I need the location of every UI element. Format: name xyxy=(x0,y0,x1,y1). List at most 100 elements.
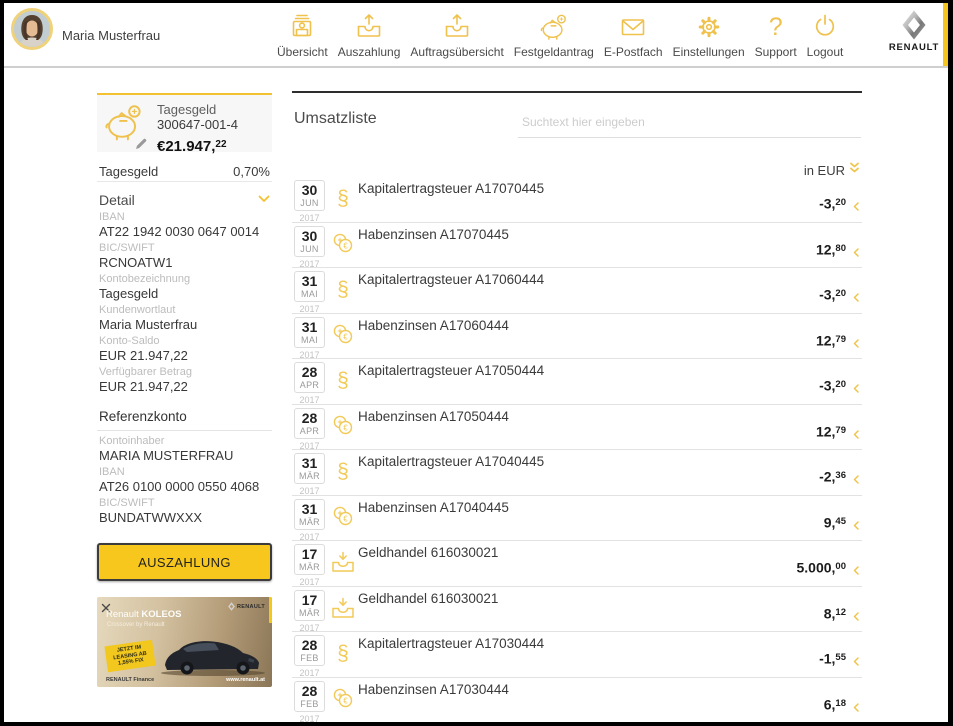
tax-icon: § xyxy=(330,186,356,212)
page-title: Umsatzliste xyxy=(294,110,377,128)
interest-icon: € xyxy=(330,232,356,259)
currency-label: in EUR xyxy=(804,163,845,178)
field-value: EUR 21.947,22 xyxy=(99,379,270,394)
transaction-row[interactable]: 28 FEB 2017 € Habenzinsen A17030444 6,18 xyxy=(292,678,862,723)
field-label: IBAN xyxy=(99,466,270,478)
tax-icon: § xyxy=(330,277,356,303)
transaction-month: MAI xyxy=(295,289,324,299)
paragraph-icon: § xyxy=(337,460,349,483)
transaction-date: 28 APR xyxy=(294,362,325,393)
rate-row: Tagesgeld 0,70% xyxy=(97,152,272,182)
transaction-year: 2017 xyxy=(294,668,325,678)
paragraph-icon: § xyxy=(337,642,349,665)
brand-logo[interactable]: RENAULT xyxy=(880,3,948,66)
interest-icon: € xyxy=(330,687,356,714)
ad-footer-right: www.renault.at xyxy=(226,677,265,683)
transaction-year: 2017 xyxy=(294,532,325,542)
transaction-year: 2017 xyxy=(294,486,325,496)
transaction-description: Geldhandel 616030021 xyxy=(358,545,498,560)
chevron-left-icon xyxy=(853,562,859,580)
transaction-description: Habenzinsen A17040445 xyxy=(358,500,509,515)
transaction-row[interactable]: 17 MÄR 2017 Geldhandel 616030021 8,12 xyxy=(292,587,862,633)
transaction-row[interactable]: 31 MÄR 2017 § Kapitalertragsteuer A17040… xyxy=(292,450,862,496)
transaction-row[interactable]: 30 JUN 2017 § Kapitalertragsteuer A17070… xyxy=(292,177,862,223)
transaction-day: 31 xyxy=(295,456,324,471)
paragraph-icon: § xyxy=(337,369,349,392)
transaction-row[interactable]: 30 JUN 2017 € Habenzinsen A17070445 12,8… xyxy=(292,223,862,269)
coins-icon: € xyxy=(331,505,355,527)
tax-icon: § xyxy=(330,459,356,485)
coins-icon: € xyxy=(331,414,355,436)
transaction-amount: 6,18 xyxy=(824,696,846,713)
search-input[interactable] xyxy=(518,107,861,138)
field-value: Maria Musterfrau xyxy=(99,317,270,332)
transaction-month: APR xyxy=(295,426,324,436)
field-label: Kundenwortlaut xyxy=(99,304,270,316)
transaction-year: 2017 xyxy=(294,259,325,269)
renault-diamond-icon xyxy=(902,10,926,40)
paragraph-icon: § xyxy=(337,187,349,210)
transaction-row[interactable]: 31 MAI 2017 € Habenzinsen A17060444 12,7… xyxy=(292,314,862,360)
svg-text:€: € xyxy=(343,241,348,250)
transaction-row[interactable]: 31 MÄR 2017 € Habenzinsen A17040445 9,45 xyxy=(292,496,862,542)
transaction-year: 2017 xyxy=(294,350,325,360)
account-balance: €21.947,22 xyxy=(157,135,238,155)
account-card[interactable]: Tagesgeld 300647-001-4 €21.947,22 xyxy=(97,93,272,152)
interest-icon: € xyxy=(330,505,356,532)
transaction-day: 17 xyxy=(295,593,324,608)
transaction-month: MÄR xyxy=(295,517,324,527)
transaction-row[interactable]: 28 APR 2017 § Kapitalertragsteuer A17050… xyxy=(292,359,862,405)
transaction-month: MAI xyxy=(295,335,324,345)
rate-label: Tagesgeld xyxy=(99,164,158,181)
transaction-date: 30 JUN xyxy=(294,226,325,257)
transaction-date: 28 FEB xyxy=(294,635,325,666)
ad-badge: JETZT IM LEASING AB 1,55% FIX xyxy=(104,640,155,672)
transaction-day: 28 xyxy=(295,684,324,699)
transaction-list: 30 JUN 2017 § Kapitalertragsteuer A17070… xyxy=(292,177,862,722)
transaction-day: 31 xyxy=(295,274,324,289)
account-number: 300647-001-4 xyxy=(157,118,238,132)
main-content: Umsatzliste in EUR 30 JUN 2017 § Kapital… xyxy=(292,3,862,722)
transaction-month: APR xyxy=(295,380,324,390)
detail-header[interactable]: Detail xyxy=(97,182,272,209)
chevron-left-icon xyxy=(853,244,859,262)
transaction-month: MÄR xyxy=(295,608,324,618)
transaction-day: 28 xyxy=(295,411,324,426)
transaction-day: 30 xyxy=(295,229,324,244)
chevron-left-icon xyxy=(853,608,859,626)
transaction-date: 31 MÄR xyxy=(294,453,325,484)
account-field: BIC/SWIFT BUNDATWWXXX xyxy=(97,497,272,528)
chevron-left-icon xyxy=(853,289,859,307)
transaction-amount: 12,79 xyxy=(816,332,846,349)
transaction-row[interactable]: 28 FEB 2017 § Kapitalertragsteuer A17030… xyxy=(292,632,862,678)
transaction-row[interactable]: 31 MAI 2017 § Kapitalertragsteuer A17060… xyxy=(292,268,862,314)
chevron-left-icon xyxy=(853,426,859,444)
transaction-row[interactable]: 28 APR 2017 € Habenzinsen A17050444 12,7… xyxy=(292,405,862,451)
transaction-date: 31 MAI xyxy=(294,317,325,348)
account-field: BIC/SWIFT RCNOATW1 xyxy=(97,242,272,273)
transaction-day: 17 xyxy=(295,547,324,562)
transaction-year: 2017 xyxy=(294,304,325,314)
transaction-description: Kapitalertragsteuer A17040445 xyxy=(358,454,544,469)
transaction-description: Habenzinsen A17050444 xyxy=(358,409,509,424)
coins-icon: € xyxy=(331,687,355,709)
field-label: BIC/SWIFT xyxy=(99,242,270,254)
transaction-date: 30 JUN xyxy=(294,180,325,211)
field-value: BUNDATWWXXX xyxy=(99,510,270,525)
transaction-amount: 8,12 xyxy=(824,605,846,622)
transaction-date: 17 MÄR xyxy=(294,544,325,575)
avatar[interactable] xyxy=(11,8,53,50)
chevron-down-icon xyxy=(258,190,270,208)
payout-button[interactable]: AUSZAHLUNG xyxy=(97,543,272,581)
transaction-date: 17 MÄR xyxy=(294,590,325,621)
chevron-left-icon xyxy=(853,198,859,216)
account-field: Kundenwortlaut Maria Musterfrau xyxy=(97,304,272,335)
ad-banner[interactable]: Renault KOLEOS Crossover by Renault RENA… xyxy=(97,597,272,687)
transaction-year: 2017 xyxy=(294,213,325,223)
reference-title: Referenzkonto xyxy=(97,409,272,431)
ad-title: Renault KOLEOS xyxy=(106,609,182,620)
transaction-row[interactable]: 17 MÄR 2017 Geldhandel 616030021 5.000,0… xyxy=(292,541,862,587)
edit-pencil-icon[interactable] xyxy=(135,137,147,155)
transaction-month: FEB xyxy=(295,653,324,663)
field-value: Tagesgeld xyxy=(99,286,270,301)
